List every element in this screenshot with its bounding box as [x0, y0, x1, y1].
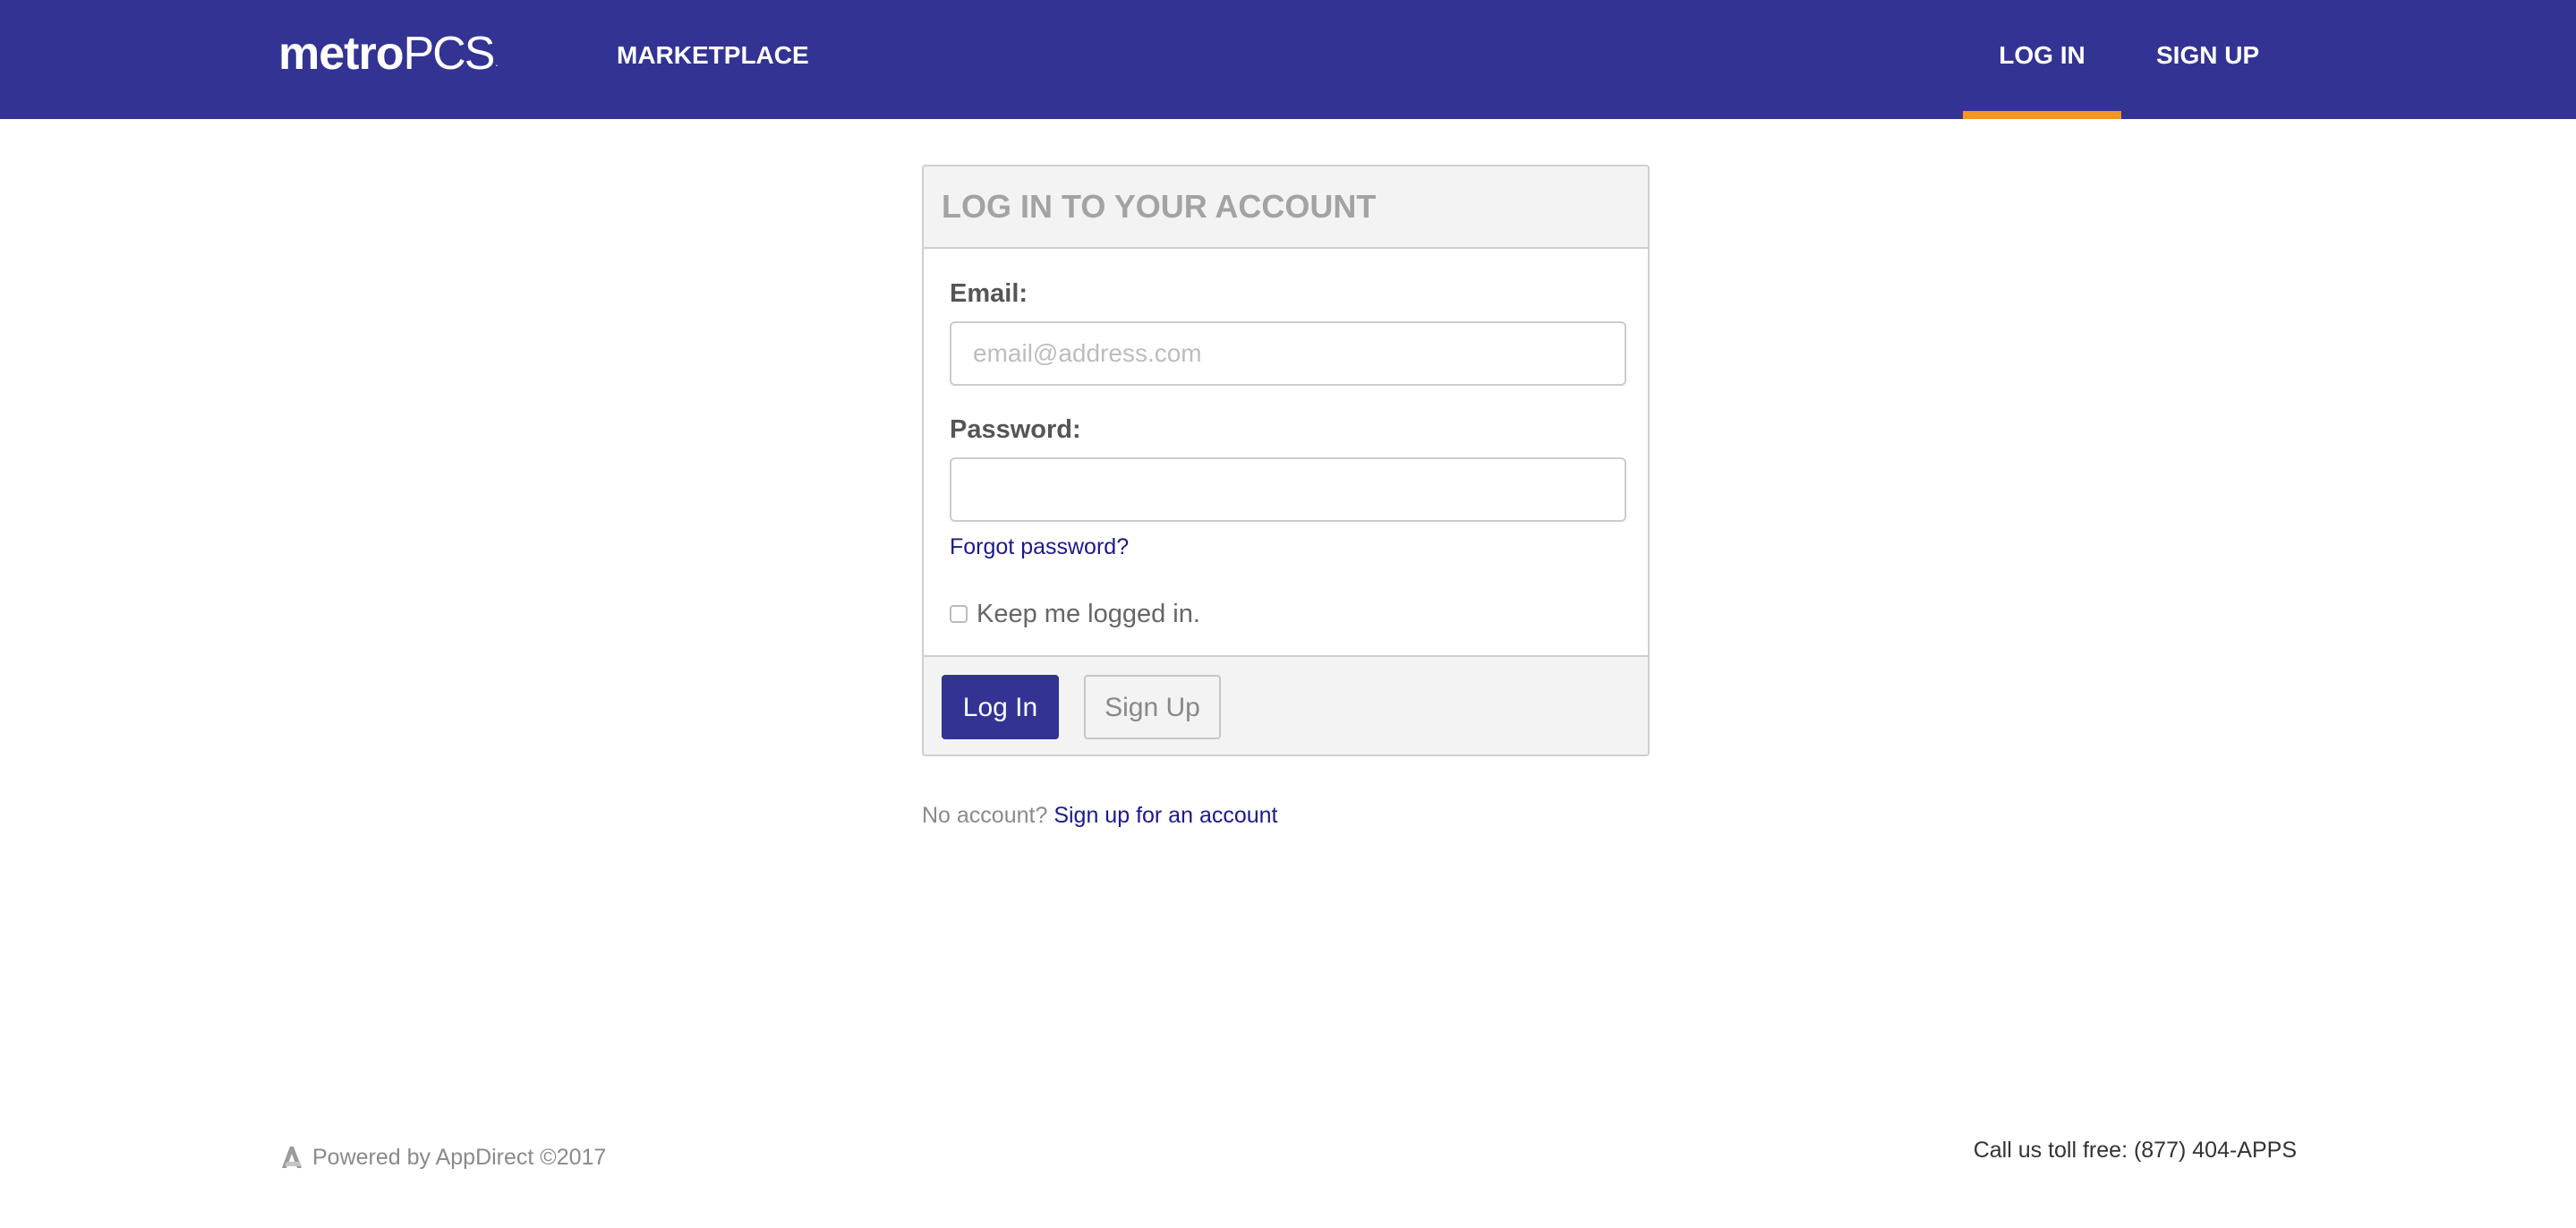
signup-button[interactable]: Sign Up [1084, 675, 1221, 739]
password-label: Password: [950, 415, 1081, 444]
appdirect-logo-icon [282, 1147, 302, 1168]
logo-pcs-text: PCS [403, 28, 495, 80]
no-account-text: No account? [922, 803, 1048, 828]
email-label: Email: [950, 279, 1028, 308]
signup-account-link[interactable]: Sign up for an account [1053, 803, 1277, 828]
toll-free-number: Call us toll free: (877) 404-APPS [1973, 1138, 2297, 1163]
login-button[interactable]: Log In [942, 675, 1059, 739]
password-input[interactable] [950, 457, 1626, 522]
powered-by-text: Powered by AppDirect ©2017 [312, 1144, 607, 1170]
email-input[interactable] [950, 321, 1626, 386]
login-panel: LOG IN TO YOUR ACCOUNT Email: Password: … [922, 165, 1650, 756]
forgot-password-link[interactable]: Forgot password? [950, 534, 1129, 560]
logo-metro-text: metro [278, 28, 404, 80]
nav-signup[interactable]: SIGN UP [2156, 0, 2259, 119]
login-panel-footer: Log In Sign Up [924, 655, 1648, 755]
keep-logged-in-checkbox[interactable] [950, 605, 968, 623]
no-account-prompt: No account? Sign up for an account [922, 803, 1278, 829]
nav-marketplace[interactable]: MARKETPLACE [617, 0, 809, 119]
login-panel-title: LOG IN TO YOUR ACCOUNT [924, 166, 1648, 249]
powered-by: Powered by AppDirect ©2017 [278, 1141, 606, 1173]
nav-login[interactable]: LOG IN [1963, 0, 2121, 119]
keep-logged-in-label: Keep me logged in. [977, 599, 1200, 628]
keep-logged-in-control[interactable]: Keep me logged in. [950, 596, 1200, 632]
top-nav-bar: metro PCS . MARKETPLACE LOG IN SIGN UP [0, 0, 2576, 119]
metropcs-logo[interactable]: metro PCS . [278, 27, 499, 81]
nav-login-label: LOG IN [1999, 41, 2086, 69]
active-nav-indicator [1963, 111, 2121, 119]
logo-mark: . [495, 56, 499, 69]
